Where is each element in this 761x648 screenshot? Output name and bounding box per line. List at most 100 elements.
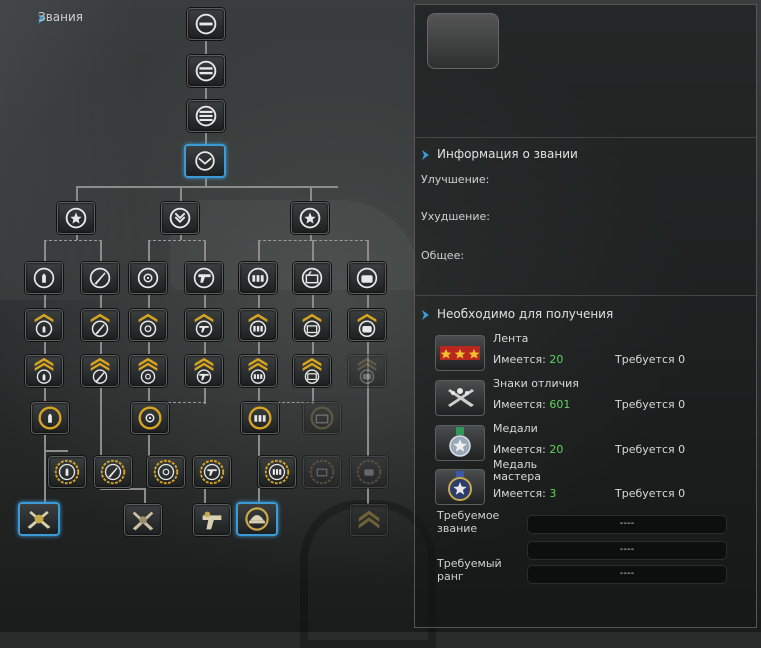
rank-node-final-5-locked[interactable] bbox=[350, 504, 388, 536]
rank-node-scope-5[interactable] bbox=[147, 456, 185, 488]
rank-node-private[interactable] bbox=[187, 8, 225, 40]
requirement-name: Лента bbox=[493, 332, 529, 345]
rank-node-pistol-3[interactable] bbox=[185, 355, 223, 387]
rank-node-mags-4[interactable] bbox=[241, 402, 279, 434]
rank-node-kit-5-locked[interactable] bbox=[350, 456, 388, 488]
requirement-row-medals: Медали Имеется: 20 Требуется 0 bbox=[435, 423, 735, 463]
master-medal-icon bbox=[435, 469, 485, 505]
rank-node-radio-1[interactable] bbox=[293, 262, 331, 294]
rank-node-radio-3[interactable] bbox=[293, 355, 331, 387]
rank-node-branch-1[interactable] bbox=[57, 202, 95, 234]
improvement-label: Улучшение: bbox=[421, 173, 490, 186]
header-arrow-icon bbox=[422, 309, 429, 320]
requirement-row-ribbon: Лента Имеется: 20 Требуется 0 bbox=[435, 333, 735, 373]
knife-wreath-icon bbox=[100, 459, 126, 485]
rank-node-final-4[interactable] bbox=[236, 502, 278, 536]
rank-node-branch-2[interactable] bbox=[161, 202, 199, 234]
connector bbox=[44, 240, 46, 264]
required-grade-field: ---- bbox=[527, 565, 727, 584]
have-value: 20 bbox=[549, 443, 564, 456]
rank-node-final-3[interactable] bbox=[193, 504, 231, 536]
connector bbox=[204, 240, 206, 264]
rank-node-ammo-4[interactable] bbox=[31, 402, 69, 434]
rank-node-scope-2[interactable] bbox=[129, 309, 167, 341]
rank-node-final-2[interactable] bbox=[124, 504, 162, 536]
connector bbox=[76, 186, 338, 188]
rank-node-lance[interactable] bbox=[187, 100, 225, 132]
rank-node-radio-2[interactable] bbox=[293, 309, 331, 341]
crosshair-chevron-icon bbox=[138, 313, 158, 337]
pistol-wreath-icon bbox=[199, 459, 225, 485]
connector bbox=[204, 488, 206, 504]
rank-node-ammo-1[interactable] bbox=[25, 262, 63, 294]
rank-node-knife-1[interactable] bbox=[81, 262, 119, 294]
knife-icon bbox=[89, 267, 111, 289]
rank-node-corporal-selected[interactable] bbox=[184, 144, 226, 178]
need-value: 0 bbox=[678, 487, 686, 500]
pistol-icon bbox=[193, 267, 215, 289]
requirements-header-label: Необходимо для получения bbox=[437, 307, 614, 321]
rank-node-kit-3-locked[interactable] bbox=[348, 355, 386, 387]
radio-wreath-icon bbox=[309, 459, 335, 485]
connector bbox=[312, 240, 314, 264]
requirement-have: Имеется: 3 bbox=[493, 487, 557, 500]
rank-node-pistol-1[interactable] bbox=[185, 262, 223, 294]
rank-node-pistol-2[interactable] bbox=[185, 309, 223, 341]
rank-node-mags-2[interactable] bbox=[239, 309, 277, 341]
rank-node-knife-2[interactable] bbox=[81, 309, 119, 341]
rank-preview-slot bbox=[427, 13, 499, 69]
rank-node-pistol-5[interactable] bbox=[193, 456, 231, 488]
rank-node-knife-3[interactable] bbox=[81, 355, 119, 387]
insignia-icon bbox=[435, 380, 485, 416]
requirement-have: Имеется: 20 bbox=[493, 353, 564, 366]
rank-node-scope-3[interactable] bbox=[129, 355, 167, 387]
tree-title: Звания bbox=[38, 10, 83, 24]
star-wreath-icon bbox=[299, 207, 321, 229]
connector bbox=[44, 450, 68, 452]
rank-node-ammo-5[interactable] bbox=[48, 456, 86, 488]
rank-node-kit-1[interactable] bbox=[348, 262, 386, 294]
info-header: Информация о звании bbox=[421, 147, 578, 161]
kit-chevron-icon bbox=[357, 313, 377, 337]
rank-node-kit-2[interactable] bbox=[348, 309, 386, 341]
radio-double-chevron-icon bbox=[302, 357, 322, 384]
bullet-wreath-icon bbox=[54, 459, 80, 485]
rank-node-mags-1[interactable] bbox=[239, 262, 277, 294]
crosshair-double-chevron-icon bbox=[138, 357, 158, 384]
rank-node-mags-3[interactable] bbox=[239, 355, 277, 387]
need-value: 0 bbox=[678, 443, 686, 456]
rank-node-radio-4-locked[interactable] bbox=[303, 402, 341, 434]
rank-node-mags-5[interactable] bbox=[258, 456, 296, 488]
connector bbox=[100, 488, 144, 490]
medal-icon bbox=[435, 425, 485, 461]
magazines-wreath-icon bbox=[264, 459, 290, 485]
requirement-row-master-medal: Медаль мастера Имеется: 3 Требуется 0 bbox=[435, 459, 735, 507]
rank-node-ammo-2[interactable] bbox=[25, 309, 63, 341]
crosshair-gold-ring-icon bbox=[138, 406, 162, 430]
pistol-double-chevron-icon bbox=[194, 357, 214, 384]
rank-info-panel: Информация о звании Улучшение: Ухудшение… bbox=[414, 4, 757, 628]
divider bbox=[415, 137, 756, 138]
rank-node-ammo-3[interactable] bbox=[25, 355, 63, 387]
connector bbox=[367, 488, 369, 504]
rank-node-scope-1[interactable] bbox=[129, 262, 167, 294]
rank-node-radio-5-locked[interactable] bbox=[303, 456, 341, 488]
bullet-gold-ring-icon bbox=[38, 406, 62, 430]
rank-node-knife-5[interactable] bbox=[94, 456, 132, 488]
requirement-need: Требуется 0 bbox=[615, 398, 686, 411]
radio-chevron-icon bbox=[302, 313, 322, 337]
knife-double-chevron-icon bbox=[90, 357, 110, 384]
rank-node-final-1[interactable] bbox=[18, 502, 60, 536]
down-chevrons-icon bbox=[169, 207, 191, 229]
gold-chevrons-icon bbox=[358, 510, 380, 529]
bullet-chevron-icon bbox=[34, 313, 54, 337]
crossed-rifles-icon bbox=[27, 511, 51, 529]
rank-node-scope-4[interactable] bbox=[131, 402, 169, 434]
rank-node-private-first[interactable] bbox=[187, 55, 225, 87]
kit-double-chevron-icon bbox=[357, 357, 377, 384]
connector bbox=[148, 434, 150, 456]
degradation-label: Ухудшение: bbox=[421, 210, 490, 223]
rank-node-branch-3[interactable] bbox=[291, 202, 329, 234]
divider bbox=[415, 295, 756, 296]
double-bar-icon bbox=[195, 60, 217, 82]
